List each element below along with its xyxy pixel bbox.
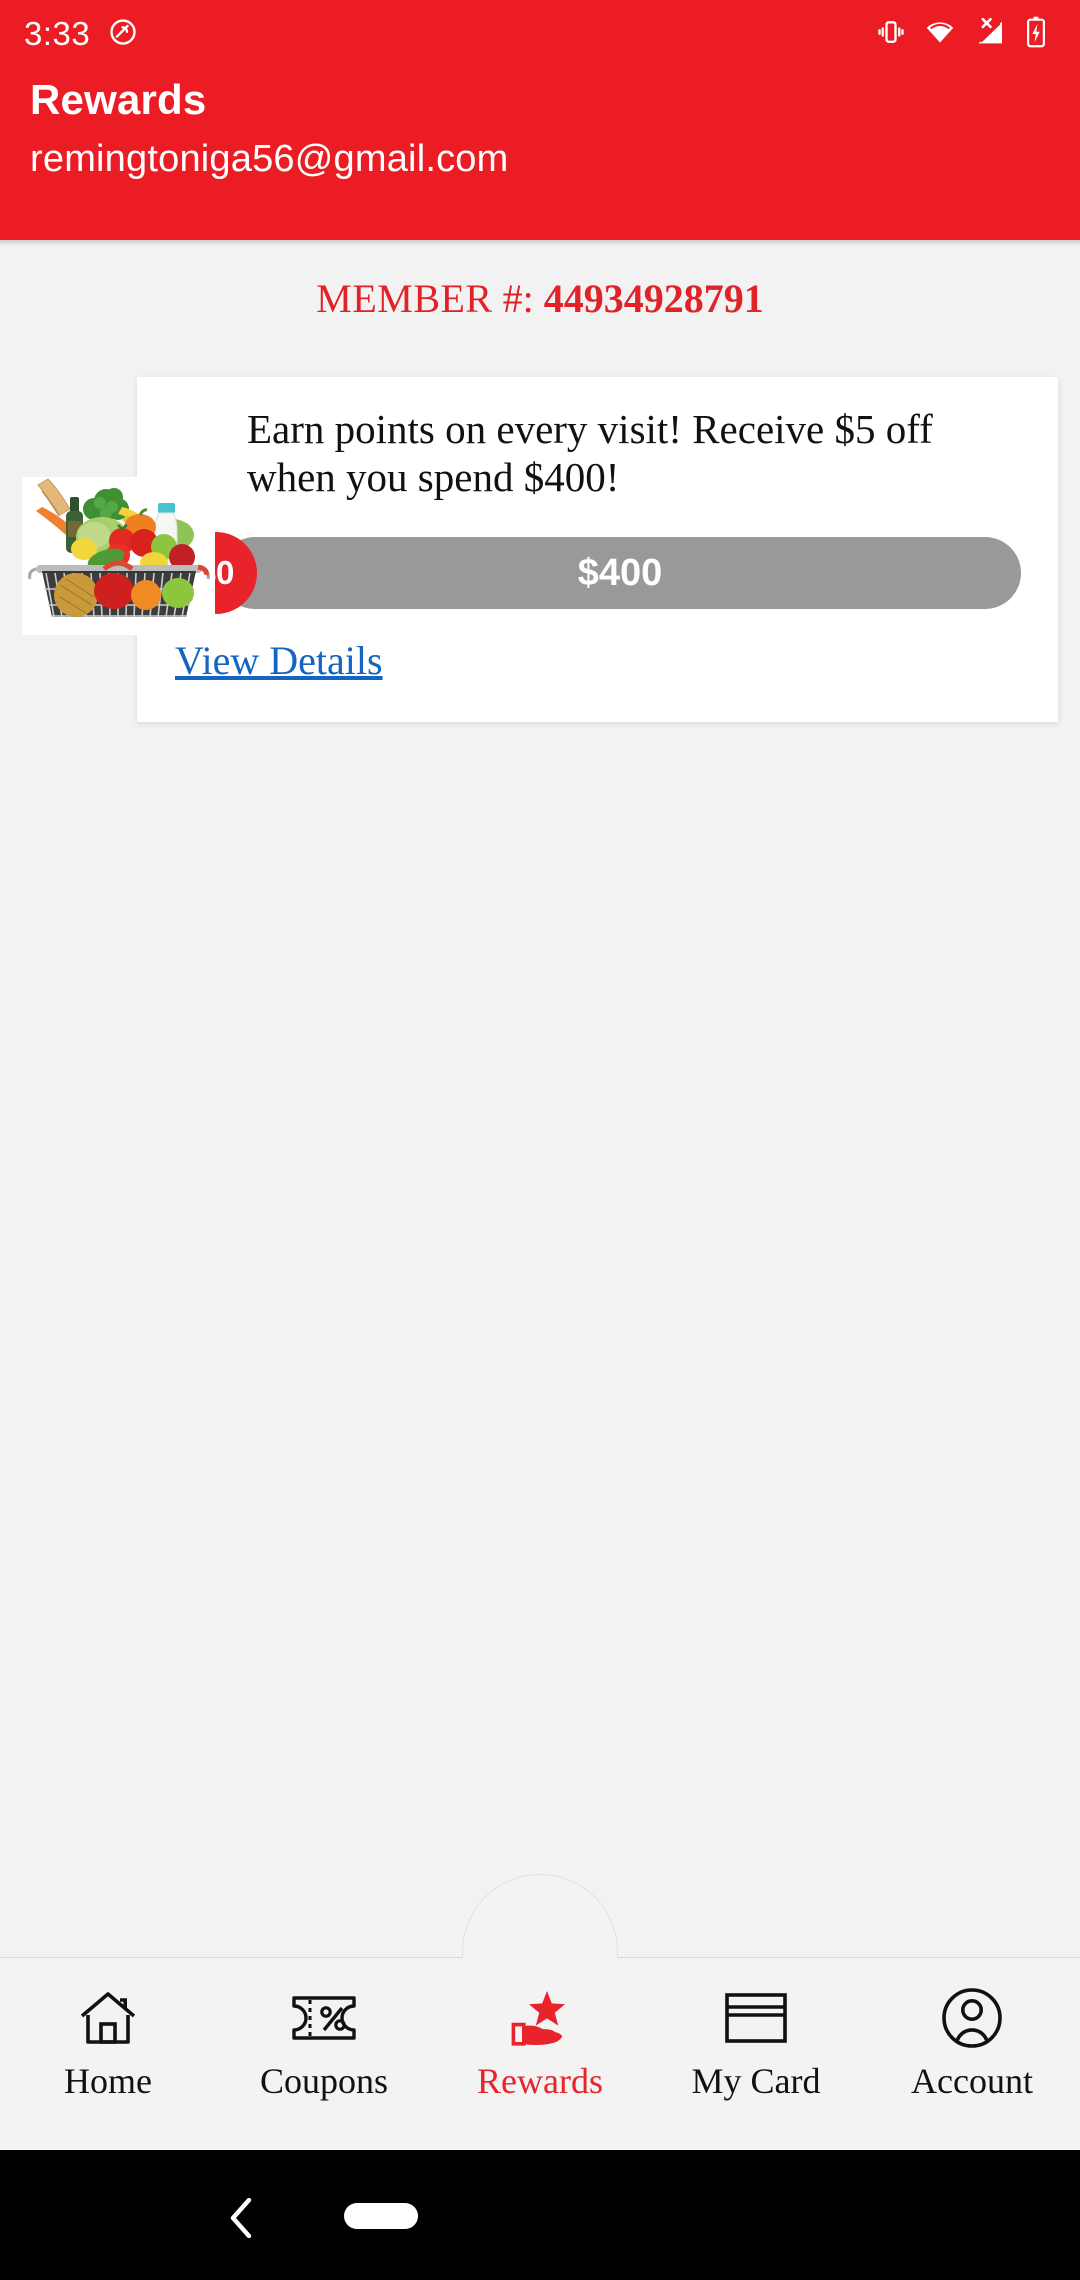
nav-label-account: Account [911,2061,1033,2101]
status-bar: 3:33 [0,0,1080,68]
coupon-percent-icon [288,1984,360,2052]
app-header: 3:33 Rewards remingtoniga56@gmail.com [0,0,1080,240]
nav-label-rewards: Rewards [477,2061,603,2101]
credit-card-icon [723,1984,789,2052]
nav-item-home[interactable]: Home [0,1958,216,2151]
no-sim-signal-icon [974,16,1006,53]
battery-charging-icon [1024,16,1048,53]
android-system-nav [0,2150,1080,2280]
status-bar-left: 3:33 [24,15,138,53]
status-bar-clock: 3:33 [24,15,91,52]
nav-item-my-card[interactable]: My Card [648,1958,864,2151]
hand-star-icon [505,1984,575,2052]
reward-headline: Earn points on every visit! Receive $5 o… [247,406,933,501]
grocery-basket-photo [22,477,215,635]
account-email: remingtoniga56@gmail.com [30,138,509,180]
person-circle-icon [940,1984,1004,2052]
house-icon [76,1984,140,2052]
member-label: MEMBER [316,276,493,321]
do-not-disturb-icon [108,17,138,52]
reward-card[interactable]: Earn points on every visit! Receive $5 o… [137,377,1058,722]
nav-item-account[interactable]: Account [864,1958,1080,2151]
progress-goal-label: $400 [577,551,663,594]
page-title: Rewards [30,76,207,123]
progress-track: $400 [219,537,1021,609]
header-shadow [0,240,1080,246]
nav-item-coupons[interactable]: Coupons [216,1958,432,2151]
member-hash: #: [502,276,534,321]
member-number-line: MEMBER #: 44934928791 [0,275,1080,322]
nav-items: Home Coupons Rewards My Card Account [0,1958,1080,2151]
nav-label-home: Home [64,2061,152,2101]
home-pill-icon[interactable] [344,2203,418,2229]
vibrate-icon [876,17,906,52]
nav-item-rewards[interactable]: Rewards [432,1958,648,2151]
nav-label-my-card: My Card [691,2061,821,2101]
wifi-icon [924,17,956,52]
back-chevron-icon[interactable] [225,2197,261,2239]
view-details-link[interactable]: View Details [175,637,383,684]
member-number-value: 44934928791 [543,276,764,321]
status-bar-right [876,16,1056,53]
app-screen: 3:33 Rewards remingtoniga56@gmail.com ME… [0,0,1080,2280]
reward-progress-bar: $400 $0 [175,532,1021,614]
bottom-navigation: Home Coupons Rewards My Card Account [0,1874,1080,2151]
nav-center-notch [462,1874,618,1958]
nav-label-coupons: Coupons [259,2061,389,2101]
